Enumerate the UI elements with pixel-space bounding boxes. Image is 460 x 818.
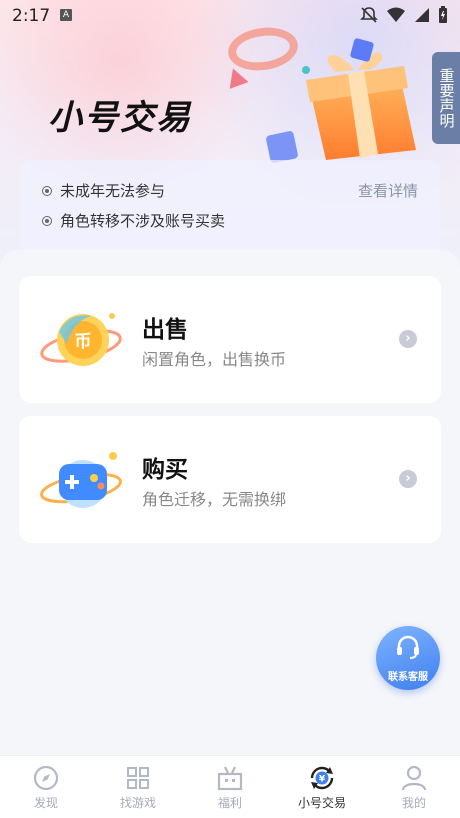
- gift-box-icon: [217, 766, 243, 791]
- buy-title: 购买: [142, 457, 188, 483]
- status-icons: [360, 6, 448, 24]
- a-badge-icon: A: [60, 9, 72, 21]
- radio-dot-icon: [42, 215, 52, 226]
- coin-glyph: 币: [75, 332, 92, 352]
- sell-card[interactable]: 币 出售 闲置角色，出售换币 ›: [19, 276, 441, 403]
- grid-icon: [127, 767, 149, 789]
- customer-service-button[interactable]: 联系客服: [376, 626, 440, 690]
- trade-icon: ¥: [310, 766, 334, 790]
- notice-item: 未成年无法参与: [42, 180, 165, 201]
- tab-label: 我的: [401, 796, 426, 810]
- tab-label: 找游戏: [119, 796, 156, 810]
- profile-icon: [401, 765, 427, 791]
- notice-item: 角色转移不涉及账号买卖: [42, 210, 225, 231]
- tab-find-games[interactable]: 找游戏: [92, 756, 184, 818]
- hero-banner: 2:17 A 小号交易 重要声明 未成年无法参与 角色转移不涉及账号买卖 查看详…: [0, 0, 460, 270]
- chevron-right-icon: ›: [399, 470, 417, 488]
- customer-service-label: 联系客服: [388, 672, 428, 683]
- tab-mine[interactable]: 我的: [368, 756, 460, 818]
- buy-card[interactable]: 购买 角色迁移，无需换绑 ›: [19, 416, 441, 543]
- cube-decoration: [265, 130, 299, 164]
- status-time: 2:17: [12, 6, 51, 26]
- status-bar: 2:17 A: [0, 0, 460, 32]
- sell-title: 出售: [142, 317, 188, 343]
- signal-icon: [415, 8, 429, 22]
- notice-text: 角色转移不涉及账号买卖: [60, 212, 226, 230]
- notice-panel: 未成年无法参与 角色转移不涉及账号买卖 查看详情: [20, 160, 440, 256]
- sell-subtitle: 闲置角色，出售换币: [142, 350, 287, 369]
- gamepad-icon: [40, 452, 122, 508]
- important-notice-tab[interactable]: 重要声明: [432, 52, 460, 144]
- battery-icon: [439, 6, 447, 23]
- tab-account-trade[interactable]: ¥ 小号交易: [276, 756, 368, 818]
- headset-icon: [397, 635, 419, 659]
- buy-subtitle: 角色迁移，无需换绑: [142, 490, 287, 509]
- compass-icon: [33, 765, 59, 791]
- tab-discover[interactable]: 发现: [0, 756, 92, 818]
- chevron-right-icon: ›: [399, 330, 417, 348]
- mute-bell-icon: [360, 7, 378, 23]
- page-title: 小号交易: [48, 98, 192, 138]
- notice-text: 未成年无法参与: [60, 182, 166, 200]
- tab-welfare[interactable]: 福利: [184, 756, 276, 818]
- coin-icon: 币: [40, 313, 122, 366]
- radio-dot-icon: [42, 185, 52, 196]
- view-details-link[interactable]: 查看详情: [358, 180, 418, 201]
- svg-text:¥: ¥: [319, 775, 326, 785]
- bottom-tab-bar: 发现 找游戏 福利 ¥ 小号交易 我的: [0, 755, 460, 818]
- wifi-icon: [387, 7, 405, 22]
- tab-label: 发现: [33, 796, 58, 810]
- tab-label: 小号交易: [297, 796, 346, 810]
- tab-label: 福利: [217, 796, 242, 810]
